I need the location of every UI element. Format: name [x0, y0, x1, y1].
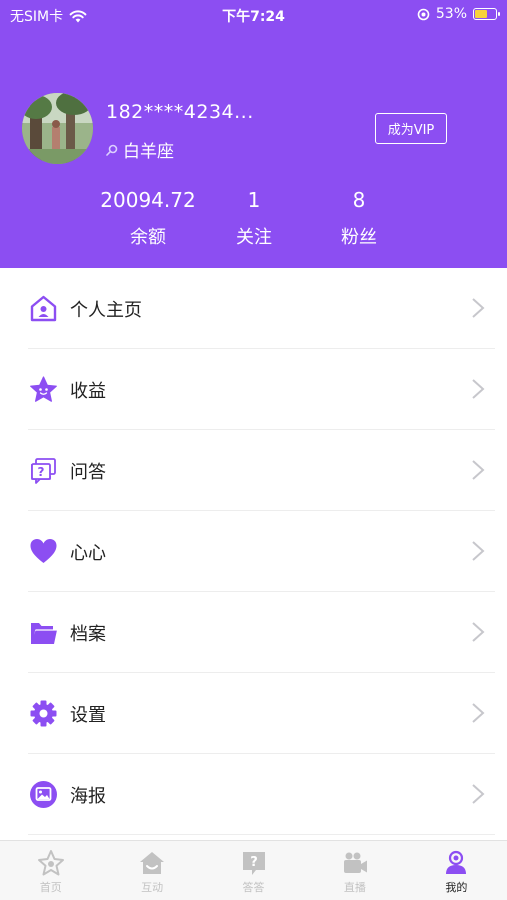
zodiac-label: 白羊座 — [123, 142, 174, 162]
stat-value: 8 — [352, 188, 366, 212]
chevron-right-icon — [472, 460, 485, 480]
svg-text:?: ? — [38, 465, 45, 479]
tab-interact[interactable]: 互动 — [101, 841, 202, 900]
home-icon — [30, 295, 57, 322]
menu-item-earnings[interactable]: 收益 — [0, 349, 507, 430]
zodiac-icon — [106, 144, 118, 156]
menu-label: 海报 — [70, 785, 106, 807]
tab-mine[interactable]: 我的 — [406, 841, 507, 900]
gear-icon — [30, 700, 57, 727]
stat-label: 余额 — [130, 227, 166, 248]
battery-icon — [473, 8, 500, 20]
become-vip-button[interactable]: 成为VIP — [375, 113, 447, 144]
status-bar: 无SIM卡 下午7:24 53% — [0, 0, 507, 28]
star-icon — [30, 376, 57, 402]
menu-list: 个人主页 收益 ? 问答 心心 档案 设置 海报 — [0, 268, 507, 835]
user-icon — [446, 850, 467, 874]
stat-label: 关注 — [236, 227, 272, 248]
chevron-right-icon — [472, 379, 485, 399]
menu-label: 收益 — [70, 380, 106, 402]
house-icon — [140, 852, 165, 874]
chevron-right-icon — [472, 703, 485, 723]
folder-icon — [31, 623, 57, 644]
video-icon — [343, 852, 367, 873]
chevron-right-icon — [472, 541, 485, 561]
battery-fill — [475, 10, 487, 18]
profile-header: 无SIM卡 下午7:24 53% 182****4234... 白羊座 成为VI… — [0, 0, 507, 268]
menu-item-archive[interactable]: 档案 — [0, 592, 507, 673]
star-home-icon — [37, 850, 64, 876]
tab-label: 互动 — [141, 881, 164, 894]
tab-home[interactable]: 首页 — [0, 841, 101, 900]
tab-bar: 首页 互动 ? 答答 直播 我的 — [0, 840, 507, 900]
heart-icon — [30, 539, 57, 563]
status-right: 53% — [417, 6, 500, 22]
battery-percent: 53% — [435, 6, 467, 22]
poster-icon — [30, 781, 57, 808]
menu-item-settings[interactable]: 设置 — [0, 673, 507, 754]
tab-label: 答答 — [242, 881, 265, 894]
avatar[interactable] — [22, 93, 93, 164]
stat-following[interactable]: 1 关注 — [194, 188, 314, 249]
stat-balance[interactable]: 20094.72 余额 — [88, 188, 208, 249]
menu-item-qa[interactable]: ? 问答 — [0, 430, 507, 511]
menu-item-homepage[interactable]: 个人主页 — [0, 268, 507, 349]
stat-fans[interactable]: 8 粉丝 — [299, 188, 419, 249]
avatar-photo — [22, 93, 93, 164]
stat-value: 1 — [247, 188, 261, 212]
question-icon: ? — [242, 852, 265, 875]
menu-item-hearts[interactable]: 心心 — [0, 511, 507, 592]
menu-item-poster[interactable]: 海报 — [0, 754, 507, 835]
tab-label: 我的 — [445, 881, 468, 894]
menu-label: 档案 — [70, 623, 106, 645]
chevron-right-icon — [472, 298, 485, 318]
menu-label: 问答 — [70, 461, 106, 483]
chevron-right-icon — [472, 784, 485, 804]
username: 182****4234... — [106, 101, 254, 123]
stat-label: 粉丝 — [341, 227, 377, 248]
menu-label: 设置 — [70, 704, 106, 726]
menu-label: 心心 — [70, 542, 106, 564]
stat-value: 20094.72 — [100, 188, 196, 212]
tab-label: 首页 — [39, 881, 62, 894]
tab-live[interactable]: 直播 — [304, 841, 405, 900]
tab-label: 直播 — [343, 881, 366, 894]
divider — [28, 834, 495, 835]
chevron-right-icon — [472, 622, 485, 642]
zodiac-row: 白羊座 — [106, 137, 174, 162]
svg-text:?: ? — [250, 855, 258, 870]
tab-answers[interactable]: ? 答答 — [203, 841, 304, 900]
menu-label: 个人主页 — [70, 299, 142, 321]
orientation-lock-icon — [417, 8, 430, 20]
question-chat-icon: ? — [31, 458, 56, 484]
